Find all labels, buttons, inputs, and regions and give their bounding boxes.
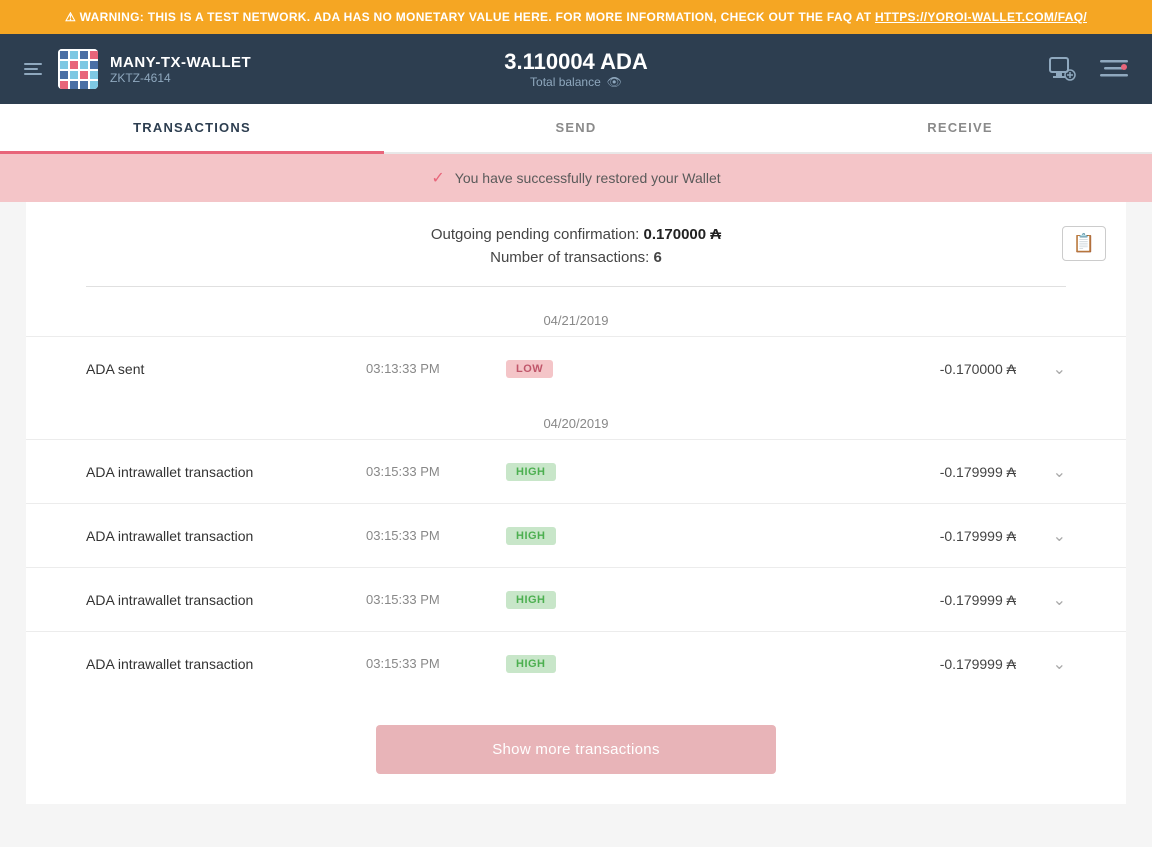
tx-priority: HIGH [506, 462, 586, 481]
tx-count-label: Number of transactions: [490, 249, 649, 266]
wallet-id: ZKTZ-4614 [110, 71, 251, 85]
pending-amount: 0.170000 ₳ [644, 226, 722, 243]
table-row: ADA intrawallet transaction 03:15:33 PM … [26, 503, 1126, 567]
tx-type: ADA intrawallet transaction [86, 592, 346, 608]
show-more-transactions-button[interactable]: Show more transactions [376, 725, 776, 774]
tx-amount: -0.170000 ₳ [856, 361, 1016, 377]
expand-row-icon[interactable]: ⌄ [1036, 462, 1066, 482]
export-button[interactable]: 📋 [1062, 226, 1106, 261]
tx-priority: HIGH [506, 654, 586, 673]
tx-type: ADA intrawallet transaction [86, 464, 346, 480]
success-message: You have successfully restored your Wall… [455, 170, 721, 186]
tx-amount: -0.179999 ₳ [856, 656, 1016, 672]
expand-row-icon[interactable]: ⌄ [1036, 526, 1066, 546]
tx-time: 03:15:33 PM [366, 528, 486, 543]
main-content: Outgoing pending confirmation: 0.170000 … [26, 202, 1126, 804]
toggle-balance-visibility-icon[interactable]: 👁 [607, 75, 622, 89]
menu-icon[interactable] [1096, 51, 1132, 87]
tx-time: 03:13:33 PM [366, 361, 486, 376]
success-banner: ✓ You have successfully restored your Wa… [0, 154, 1152, 202]
tab-send[interactable]: SEND [384, 104, 768, 154]
wallet-avatar [58, 49, 98, 89]
tab-transactions[interactable]: TRANSACTIONS [0, 104, 384, 154]
tx-time: 03:15:33 PM [366, 464, 486, 479]
date-header-1: 04/21/2019 [26, 297, 1126, 336]
pending-label: Outgoing pending confirmation: [431, 226, 639, 243]
balance-amount: 3.110004 ADA [504, 49, 648, 75]
balance-label-text: Total balance [530, 75, 601, 89]
pending-amount-value: 0.170000 [644, 226, 707, 243]
wallet-settings-icon[interactable] [1044, 51, 1080, 87]
pending-text: Outgoing pending confirmation: 0.170000 … [86, 226, 1066, 243]
priority-badge: HIGH [506, 463, 556, 481]
tx-type: ADA sent [86, 361, 346, 377]
warning-bar: ⚠ WARNING: THIS IS A TEST NETWORK. ADA H… [0, 0, 1152, 34]
tx-amount: -0.179999 ₳ [856, 592, 1016, 608]
priority-badge: LOW [506, 360, 553, 378]
show-more-section: Show more transactions [26, 695, 1126, 804]
tx-priority: HIGH [506, 526, 586, 545]
tx-priority: LOW [506, 359, 586, 378]
tx-time: 03:15:33 PM [366, 592, 486, 607]
check-icon: ✓ [431, 168, 444, 188]
tx-priority: HIGH [506, 590, 586, 609]
priority-badge: HIGH [506, 591, 556, 609]
tx-count-value: 6 [654, 249, 662, 266]
priority-badge: HIGH [506, 655, 556, 673]
balance-label: Total balance 👁 [504, 75, 648, 89]
wallet-name-group: MANY-TX-WALLET ZKTZ-4614 [110, 54, 251, 85]
header: MANY-TX-WALLET ZKTZ-4614 3.110004 ADA To… [0, 34, 1152, 104]
table-row: ADA intrawallet transaction 03:15:33 PM … [26, 631, 1126, 695]
divider [86, 286, 1066, 287]
tx-amount: -0.179999 ₳ [856, 464, 1016, 480]
date-header-2: 04/20/2019 [26, 400, 1126, 439]
tx-time: 03:15:33 PM [366, 656, 486, 671]
table-row: ADA sent 03:13:33 PM LOW -0.170000 ₳ ⌄ [26, 336, 1126, 400]
tab-bar: TRANSACTIONS SEND RECEIVE [0, 104, 1152, 154]
wallet-info: MANY-TX-WALLET ZKTZ-4614 [20, 49, 251, 89]
balance-section: 3.110004 ADA Total balance 👁 [504, 49, 648, 89]
expand-row-icon[interactable]: ⌄ [1036, 654, 1066, 674]
priority-badge: HIGH [506, 527, 556, 545]
table-row: ADA intrawallet transaction 03:15:33 PM … [26, 567, 1126, 631]
tx-amount: -0.179999 ₳ [856, 528, 1016, 544]
expand-row-icon[interactable]: ⌄ [1036, 359, 1066, 379]
tx-type: ADA intrawallet transaction [86, 528, 346, 544]
header-actions [1044, 51, 1132, 87]
sidebar-toggle[interactable] [20, 59, 46, 79]
expand-row-icon[interactable]: ⌄ [1036, 590, 1066, 610]
warning-text: ⚠ WARNING: THIS IS A TEST NETWORK. ADA H… [65, 10, 875, 24]
tab-receive[interactable]: RECEIVE [768, 104, 1152, 154]
wallet-name: MANY-TX-WALLET [110, 54, 251, 71]
warning-link[interactable]: HTTPS://YOROI-WALLET.COM/FAQ/ [875, 10, 1087, 24]
tx-count-text: Number of transactions: 6 [86, 249, 1066, 266]
pending-section: Outgoing pending confirmation: 0.170000 … [26, 202, 1126, 276]
tx-type: ADA intrawallet transaction [86, 656, 346, 672]
table-row: ADA intrawallet transaction 03:15:33 PM … [26, 439, 1126, 503]
